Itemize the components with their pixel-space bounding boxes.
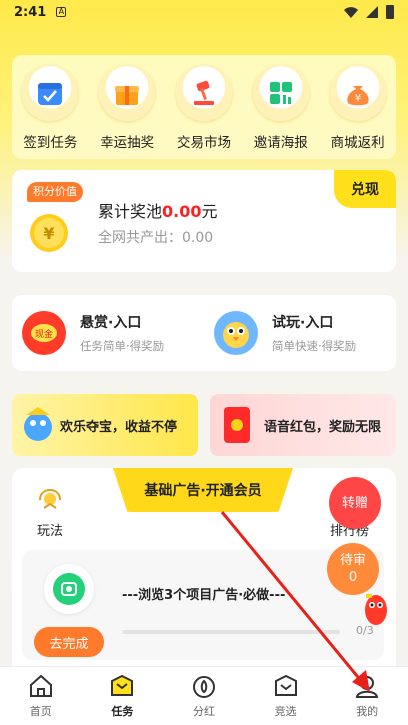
election-icon: [274, 674, 297, 696]
menu-item-checkin[interactable]: 签到任务: [15, 65, 85, 151]
bottom-nav: 首页 任务 分红 竞选 我的: [0, 666, 408, 725]
pending-review-label: 待审: [339, 553, 366, 568]
svg-text:现金: 现金: [35, 328, 53, 340]
redeem-button[interactable]: 兑现: [334, 170, 396, 208]
pool-title-prefix: 累计奖池: [98, 202, 163, 221]
status-time: 2:41: [14, 4, 47, 20]
pool-total-output: 全网共产出：0.00: [98, 230, 214, 246]
rules-entry[interactable]: 玩法: [36, 486, 64, 539]
rules-label: 玩法: [36, 524, 63, 539]
treasure-mascot-icon: [24, 407, 52, 441]
poster-icon: [252, 65, 309, 121]
menu-label: 交易市场: [176, 135, 231, 151]
nav-label: 分红: [192, 705, 215, 718]
profile-icon: [356, 676, 379, 698]
bird-icon: [214, 311, 258, 355]
prize-pool-card: 积分价值 ¥ 累计奖池0.00元 全网共产出：0.00 兑现: [12, 170, 396, 272]
entry-subtitle: 任务简单·得奖励: [80, 339, 165, 353]
signal-icon: [366, 6, 378, 18]
menu-item-rebate[interactable]: ¥ 商城返利: [323, 65, 393, 151]
menu-item-poster[interactable]: 邀请海报: [246, 65, 316, 151]
red-packet-icon: [224, 407, 250, 443]
transfer-gift-button[interactable]: 转赠: [329, 477, 381, 529]
gavel-icon: [175, 65, 232, 121]
menu-label: 商城返利: [330, 135, 385, 151]
camera-icon: [53, 573, 85, 605]
nav-election[interactable]: 竞选: [245, 667, 327, 725]
menu-item-market[interactable]: 交易市场: [169, 65, 239, 151]
entry-title: 悬赏·入口: [80, 315, 142, 331]
nav-home[interactable]: 首页: [0, 667, 82, 725]
notification-icon: A: [56, 7, 67, 17]
dividend-icon: [192, 676, 215, 698]
menu-label: 幸运抽奖: [100, 135, 155, 151]
medal-icon: [39, 488, 61, 509]
task-icon: [111, 674, 134, 696]
top-menu: 签到任务 幸运抽奖 交易市场 邀请海报 ¥ 商城返利: [12, 55, 396, 159]
voice-redpacket-banner[interactable]: 语音红包，奖励无限: [210, 394, 396, 456]
reward-bag-icon: 现金: [22, 311, 66, 355]
svg-text:¥: ¥: [354, 93, 360, 104]
nav-dividend[interactable]: 分红: [163, 667, 245, 725]
banner-text: 语音红包，奖励无限: [264, 419, 382, 435]
money-bag-icon: ¥: [329, 65, 386, 121]
nav-label: 任务: [111, 705, 134, 718]
entry-title: 试玩·入口: [272, 315, 334, 331]
treasure-banner[interactable]: 欢乐夺宝，收益不停: [12, 394, 198, 456]
menu-label: 签到任务: [23, 135, 78, 151]
menu-label: 邀请海报: [253, 135, 308, 151]
banner-text: 欢乐夺宝，收益不停: [60, 419, 178, 435]
reward-entry[interactable]: 现金 悬赏·入口 任务简单·得奖励: [12, 295, 204, 371]
trial-entry[interactable]: 试玩·入口 简单快速·得奖励: [204, 295, 396, 371]
status-icons: [344, 5, 394, 19]
task-progress-bar: [122, 630, 340, 634]
points-value-tag: 积分价值: [27, 182, 83, 202]
task-icon: [44, 564, 94, 614]
mascot-icon[interactable]: [360, 588, 390, 628]
nav-label: 首页: [29, 705, 52, 718]
vip-tab[interactable]: 基础广告·开通会员: [113, 468, 293, 512]
pool-unit: 元: [201, 202, 218, 221]
task-title: ---浏览3个项目广告·必做---: [122, 588, 286, 603]
nav-label: 竞选: [274, 705, 297, 718]
coin-icon: ¥: [30, 214, 68, 252]
nav-profile[interactable]: 我的: [326, 667, 408, 725]
transfer-gift-label: 转赠: [341, 495, 368, 511]
home-icon: [29, 674, 52, 697]
nav-task[interactable]: 任务: [82, 667, 164, 725]
menu-item-lottery[interactable]: 幸运抽奖: [92, 65, 162, 151]
gift-icon: [99, 65, 156, 121]
wifi-icon: [344, 6, 358, 18]
calendar-check-icon: [22, 65, 79, 121]
entry-subtitle: 简单快速·得奖励: [272, 339, 357, 353]
status-bar: 2:41 A: [0, 0, 408, 24]
pool-title: 累计奖池0.00元: [98, 198, 218, 222]
pool-amount: 0.00: [162, 202, 202, 221]
pending-review-count: 0: [348, 570, 358, 585]
go-complete-button[interactable]: 去完成: [34, 627, 104, 657]
nav-label: 我的: [356, 705, 379, 718]
battery-icon: [386, 5, 394, 19]
entry-card: 现金 悬赏·入口 任务简单·得奖励 试玩·入口 简单快速·得奖励: [12, 295, 396, 371]
